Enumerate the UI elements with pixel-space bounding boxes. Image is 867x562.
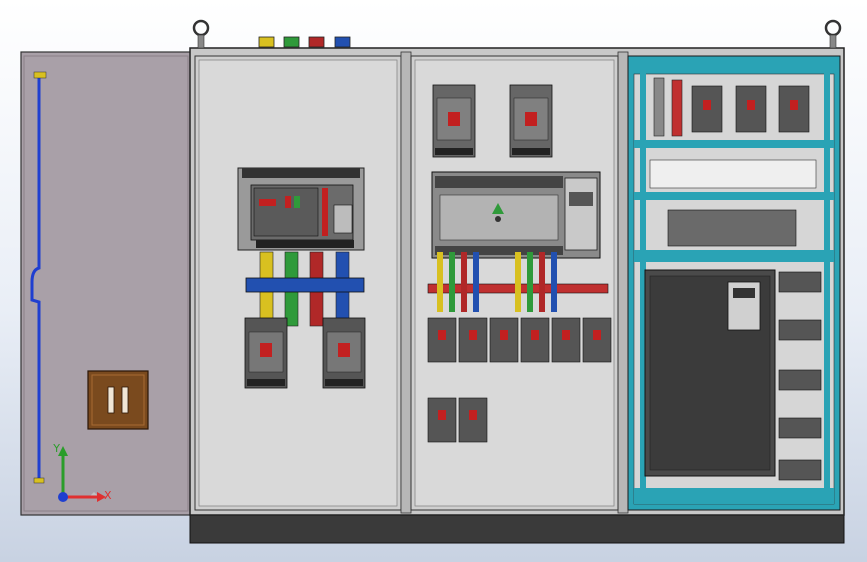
variable-frequency-drive [644, 269, 776, 477]
roof-gland-plates [258, 36, 351, 48]
horizontal-bus-support [245, 277, 365, 293]
lifting-eye-icon [824, 19, 842, 49]
lifting-eye-icon [192, 19, 210, 49]
top-breaker [509, 84, 553, 158]
copper-terminal [671, 79, 683, 137]
top-breaker [432, 84, 476, 158]
panel-2 [410, 55, 619, 511]
panel-1 [194, 55, 402, 511]
terminal-strip [649, 159, 817, 189]
axis-label-y: Y [52, 442, 60, 455]
plc-unit [431, 171, 601, 259]
open-door [20, 51, 192, 516]
air-circuit-breaker [237, 167, 365, 251]
panel-3 [627, 55, 841, 511]
terminal-rail-vertical [653, 77, 665, 137]
outgoing-breaker [244, 317, 288, 389]
outgoing-breaker [322, 317, 366, 389]
panel3-top-breaker [691, 85, 723, 133]
door-lock-icon [87, 370, 149, 430]
axis-label-x: X [104, 489, 112, 502]
panel3-top-breaker [735, 85, 767, 133]
relay-strip [667, 209, 797, 247]
base-plinth [189, 512, 845, 544]
electrical-cabinet-cad-view: Y X [20, 19, 845, 544]
panel3-top-breaker [778, 85, 810, 133]
